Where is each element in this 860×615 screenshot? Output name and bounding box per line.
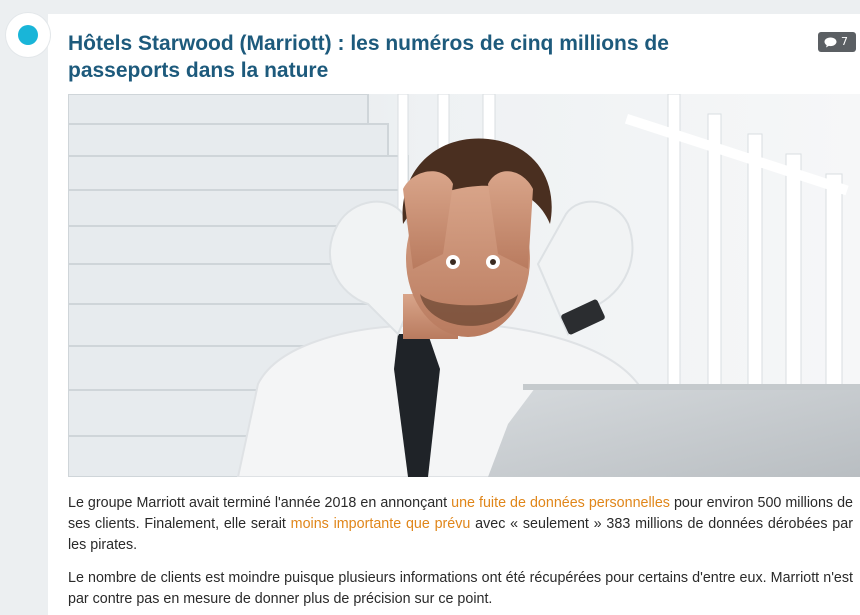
comment-count: 7	[841, 35, 848, 48]
comments-badge[interactable]: 7	[818, 32, 856, 52]
circle-dot-icon	[18, 25, 38, 45]
timeline-marker	[6, 13, 50, 57]
paragraph-text: Le groupe Marriott avait terminé l'année…	[68, 495, 452, 511]
link-data-leak[interactable]: une fuite de données personnelles	[451, 495, 670, 511]
article-title[interactable]: Hôtels Starwood (Marriott) : les numéros…	[68, 30, 768, 84]
speech-bubble-icon	[824, 37, 837, 48]
timeline-rail	[0, 0, 48, 615]
article-card: Hôtels Starwood (Marriott) : les numéros…	[48, 14, 860, 615]
article-paragraph-2: Le nombre de clients est moindre puisque…	[68, 570, 853, 607]
hero-image	[68, 94, 860, 477]
link-less-important[interactable]: moins importante que prévu	[291, 516, 471, 532]
article-paragraph-1: Le groupe Marriott avait terminé l'année…	[68, 493, 853, 556]
